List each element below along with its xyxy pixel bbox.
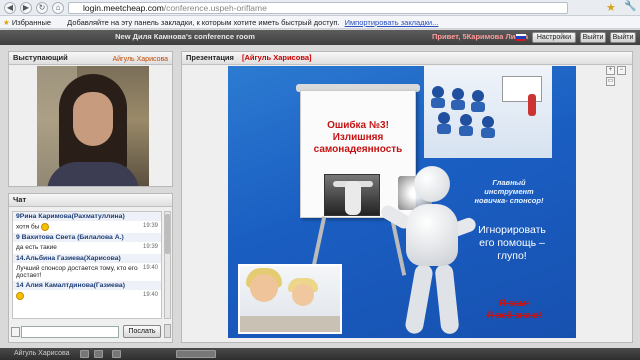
slide-crossed-text: Я сам! Я всё знаю!	[486, 298, 542, 321]
bookmarks-hint: Добавляйте на эту панель закладки, к кот…	[67, 18, 340, 27]
chat-message: 9Рина Каримова(Рахматуллина) хотя бы 19:…	[13, 212, 161, 233]
zoom-in-icon[interactable]: +	[606, 66, 615, 75]
import-bookmarks-link[interactable]: Импортировать закладки...	[345, 18, 439, 27]
greeting-text: Привет, 5Каримова Лиана	[432, 32, 529, 41]
reload-icon[interactable]: ↻	[36, 2, 48, 14]
smiley-icon	[16, 292, 24, 300]
chat-time: 19:40	[142, 292, 158, 298]
forward-icon[interactable]: ▶	[20, 2, 32, 14]
send-button[interactable]: Послать	[123, 325, 161, 338]
settings-button[interactable]: Настройки	[532, 32, 576, 43]
favorites-star-icon: ★	[3, 18, 10, 27]
mic-icon[interactable]	[80, 350, 89, 358]
chat-title: Чат	[9, 194, 172, 207]
url-path: /conference.uspeh-oriflame	[163, 3, 267, 13]
presentation-title: Презентация [Айгуль Харисова]	[182, 52, 632, 65]
exit-button[interactable]: Выйти	[580, 32, 606, 43]
chat-panel: Чат 9Рина Каримова(Рахматуллина) хотя бы…	[8, 193, 173, 343]
browser-toolbar: ◀ ▶ ↻ ⌂ login.meetcheap.com/conference.u…	[0, 0, 640, 16]
presentation-label: Презентация [Айгуль Харисова]	[186, 52, 312, 64]
presentation-presenter: [Айгуль Харисова]	[242, 53, 312, 62]
bottom-status-bar: Айгуль Харисова	[0, 348, 640, 360]
chat-text: 19:40	[13, 290, 161, 302]
url-field[interactable]: login.meetcheap.com/conference.uspeh-ori…	[68, 2, 568, 14]
presenter-panel: Выступающий Айгуль Харисова	[8, 51, 173, 187]
camera-icon[interactable]	[94, 350, 103, 358]
chat-text-content: да есть такие	[16, 244, 57, 251]
url-host: login.meetcheap.com	[83, 3, 164, 13]
chat-input[interactable]	[21, 326, 119, 338]
webcam-video	[37, 66, 149, 186]
chat-message: 9 Вахитова Света (Билалова А.) да есть т…	[13, 233, 161, 254]
presentation-panel: Презентация [Айгуль Харисова] + − ▭ Ошиб…	[181, 51, 633, 343]
bookmarks-label[interactable]: Избранные	[12, 18, 51, 27]
slide-title: Ошибка №3! Излишняя самонадеянность	[313, 120, 403, 155]
chat-author: 14 Алия Камалтдинова(Газиева)	[13, 281, 161, 290]
chat-text-content: Лучший спонсор достается тому, кто его д…	[16, 265, 138, 279]
chat-message: 14.Альбина Газиева(Харисова) Лучший спон…	[13, 254, 161, 281]
chat-resize-handle[interactable]	[164, 324, 171, 338]
bookmark-star-icon[interactable]: ★	[606, 1, 616, 14]
presenter-title-text: Выступающий	[13, 53, 68, 62]
bottom-user-name: Айгуль Харисова	[14, 350, 70, 357]
chat-text: хотя бы 19:39	[13, 221, 161, 233]
fit-page-icon[interactable]: ▭	[606, 77, 615, 86]
chat-scrollbar[interactable]	[164, 211, 171, 319]
chat-time: 19:39	[142, 244, 158, 250]
record-icon[interactable]	[176, 350, 216, 358]
russian-flag-icon[interactable]	[516, 34, 526, 41]
child-photo	[324, 174, 380, 216]
chat-text-content: хотя бы	[16, 223, 40, 231]
smiley-icon	[41, 223, 50, 231]
back-icon[interactable]: ◀	[4, 2, 16, 14]
home-icon[interactable]: ⌂	[52, 2, 64, 14]
slide-ignore-text: Игнорировать его помощь – глупо!	[478, 224, 546, 262]
chat-text: да есть такие 19:39	[13, 242, 161, 254]
logout-button[interactable]: Выйти	[610, 32, 636, 43]
conference-header: New Диля Камнова's conference room Приве…	[0, 30, 640, 45]
presentation-slide: Ошибка №3! Излишняя самонадеянность Глав…	[228, 66, 576, 338]
mother-child-photo	[238, 264, 342, 334]
zoom-out-icon[interactable]: −	[617, 66, 626, 75]
bookmarks-bar: ★ Избранные Добавляйте на эту панель зак…	[0, 16, 640, 29]
wrench-icon[interactable]: 🔧	[624, 1, 636, 12]
presenter-name: Айгуль Харисова	[112, 56, 168, 63]
chat-author: 14.Альбина Газиева(Харисова)	[13, 254, 161, 263]
chat-title-text: Чат	[13, 195, 27, 204]
chat-message-list[interactable]: 9Рина Каримова(Рахматуллина) хотя бы 19:…	[12, 211, 162, 319]
chat-author: 9 Вахитова Света (Билалова А.)	[13, 233, 161, 242]
classroom-image	[424, 66, 552, 158]
slide-mentor-text: Главный инструмент новичка- спонсор!	[474, 178, 544, 205]
emoticon-icon[interactable]	[11, 327, 20, 337]
room-title: New Диля Камнова's conference room	[115, 32, 255, 41]
volume-icon[interactable]	[112, 350, 121, 358]
presenter-title: Выступающий Айгуль Харисова	[9, 52, 172, 65]
chat-author: 9Рина Каримова(Рахматуллина)	[13, 212, 161, 221]
chat-time: 19:40	[142, 265, 158, 271]
slide-zoom-tools: + − ▭	[606, 66, 626, 86]
chat-time: 19:39	[142, 223, 158, 229]
chat-message: 14 Алия Камалтдинова(Газиева) 19:40	[13, 281, 161, 302]
chat-text: Лучший спонсор достается тому, кто его д…	[13, 263, 161, 281]
presentation-title-text: Презентация	[186, 53, 234, 62]
